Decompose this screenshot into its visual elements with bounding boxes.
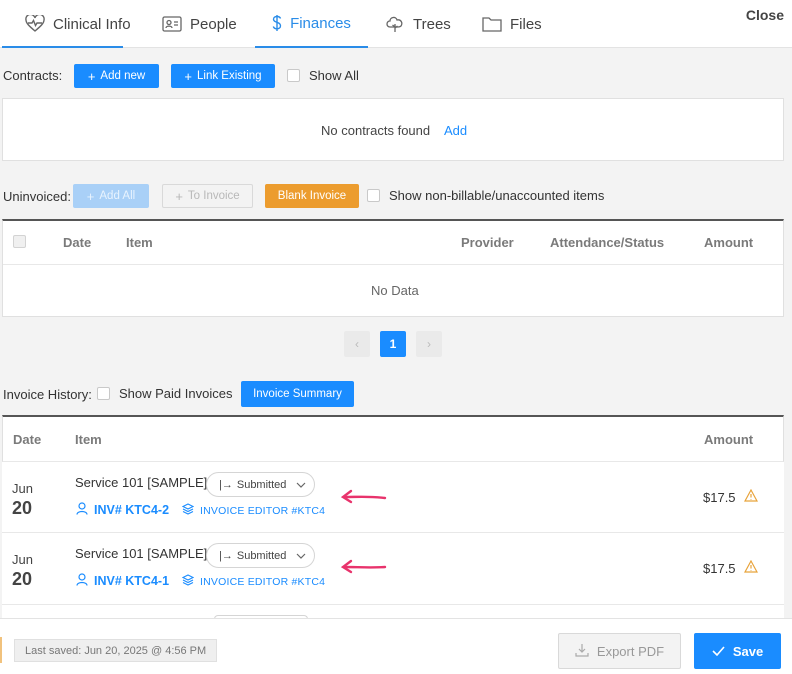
annotation-arrow-icon xyxy=(340,488,388,509)
show-paid-checkbox[interactable] xyxy=(97,387,110,400)
no-contracts-text: No contracts found xyxy=(321,123,431,138)
prev-page-button[interactable]: ‹ xyxy=(344,331,370,357)
invoice-number-link[interactable]: INV# KTC4-1 xyxy=(76,573,169,589)
tab-label: Clinical Info xyxy=(53,15,131,33)
invoice-amount: $17.5 xyxy=(703,559,758,576)
chevron-down-icon xyxy=(296,479,306,491)
invoice-day: 20 xyxy=(12,498,33,518)
show-all-label: Show All xyxy=(309,68,359,83)
folder-icon xyxy=(482,16,502,32)
tab-bar: Clinical Info People Finances Trees File… xyxy=(0,0,792,48)
column-header: Item xyxy=(75,432,102,447)
next-page-button[interactable]: › xyxy=(416,331,442,357)
show-paid-label: Show Paid Invoices xyxy=(119,386,233,401)
column-header: Date xyxy=(63,235,92,250)
tab-label: Finances xyxy=(290,14,351,32)
invoice-month: Jun xyxy=(12,481,33,496)
contracts-panel: No contracts found Add xyxy=(2,98,784,161)
invoice-item-name: Service 101 [SAMPLE] xyxy=(75,546,208,561)
chevron-down-icon xyxy=(296,550,306,562)
blank-invoice-button[interactable]: Blank Invoice xyxy=(265,184,359,208)
tab-label: People xyxy=(190,15,237,33)
invoice-history-label: Invoice History: xyxy=(3,387,92,402)
invoice-number-link[interactable]: INV# KTC4-2 xyxy=(76,502,169,518)
add-contract-link[interactable]: Add xyxy=(444,123,467,138)
column-header: Attendance/Status xyxy=(550,235,665,250)
download-icon xyxy=(575,643,589,660)
invoice-row[interactable]: Jun 20 Service 101 [SAMPLE] |→ Submitted… xyxy=(2,462,784,533)
tab-label: Trees xyxy=(413,15,451,33)
invoice-history-header: Date Item Amount xyxy=(2,415,784,462)
heart-pulse-icon xyxy=(25,15,45,33)
no-data-text: No Data xyxy=(371,283,419,298)
show-nonbillable-checkbox[interactable] xyxy=(367,189,380,202)
warning-icon xyxy=(743,488,758,505)
tab-trees[interactable]: Trees xyxy=(373,0,463,48)
check-icon xyxy=(712,644,725,659)
link-existing-button[interactable]: + Link Existing xyxy=(171,64,275,88)
invoice-row[interactable]: Jun 20 Service 101 [SAMPLE] |→ Submitted… xyxy=(2,533,784,605)
invoice-day: 20 xyxy=(12,569,33,589)
uninvoiced-table: Date Item Provider Attendance/Status Amo… xyxy=(2,219,784,317)
chevron-left-icon: ‹ xyxy=(355,337,359,351)
invoice-month: Jun xyxy=(12,552,33,567)
plus-icon: + xyxy=(175,188,183,204)
plus-icon: + xyxy=(86,188,95,204)
add-all-button[interactable]: + Add All xyxy=(73,184,149,208)
footer-accent xyxy=(0,637,2,663)
column-header: Amount xyxy=(704,432,754,447)
submit-arrow-icon: |→ xyxy=(219,549,233,562)
close-button[interactable]: Close xyxy=(746,7,784,23)
user-icon xyxy=(76,573,88,589)
tab-clinical-info[interactable]: Clinical Info xyxy=(13,0,143,48)
status-dropdown[interactable]: |→ Submitted xyxy=(206,472,315,497)
invoice-amount: $17.5 xyxy=(703,488,758,505)
page-1-button[interactable]: 1 xyxy=(380,331,406,357)
tree-icon xyxy=(385,15,405,33)
chevron-right-icon: › xyxy=(427,337,431,351)
user-icon xyxy=(76,502,88,518)
column-header: Item xyxy=(126,235,153,250)
layers-icon xyxy=(181,574,195,589)
add-new-contract-button[interactable]: + Add new xyxy=(74,64,159,88)
save-button[interactable]: Save xyxy=(694,633,781,669)
dollar-icon xyxy=(272,14,282,32)
status-dropdown[interactable]: |→ Submitted xyxy=(206,543,315,568)
plus-icon: + xyxy=(184,68,193,84)
show-nonbillable-label: Show non-billable/unaccounted items xyxy=(389,188,605,203)
invoice-summary-button[interactable]: Invoice Summary xyxy=(241,381,354,407)
warning-icon xyxy=(743,559,758,576)
uninvoiced-table-header: Date Item Provider Attendance/Status Amo… xyxy=(3,221,783,265)
export-pdf-button[interactable]: Export PDF xyxy=(558,633,681,669)
tab-finances[interactable]: Finances xyxy=(255,0,368,48)
footer-bar: Last saved: Jun 20, 2025 @ 4:56 PM Expor… xyxy=(0,618,792,674)
invoice-row-partial xyxy=(2,605,784,619)
tab-label: Files xyxy=(510,15,542,33)
layers-icon xyxy=(181,503,195,518)
tab-files[interactable]: Files xyxy=(470,0,554,48)
annotation-arrow-icon xyxy=(340,558,388,579)
submit-arrow-icon: |→ xyxy=(219,478,233,491)
column-header: Date xyxy=(13,432,42,447)
uninvoiced-label: Uninvoiced: xyxy=(3,189,71,204)
invoice-item-name: Service 101 [SAMPLE] xyxy=(75,475,208,490)
invoice-editor-link[interactable]: INVOICE EDITOR #KTC4 xyxy=(181,574,325,589)
column-header: Provider xyxy=(461,235,514,250)
to-invoice-button[interactable]: + To Invoice xyxy=(162,184,253,208)
id-card-icon xyxy=(162,16,182,32)
contracts-label: Contracts: xyxy=(3,68,63,83)
last-saved-badge: Last saved: Jun 20, 2025 @ 4:56 PM xyxy=(14,639,218,662)
show-all-checkbox[interactable] xyxy=(287,69,300,82)
tab-people[interactable]: People xyxy=(150,0,249,48)
plus-icon: + xyxy=(87,68,96,84)
select-all-checkbox[interactable] xyxy=(13,235,26,248)
column-header: Amount xyxy=(704,235,754,250)
invoice-editor-link[interactable]: INVOICE EDITOR #KTC4 xyxy=(181,503,325,518)
